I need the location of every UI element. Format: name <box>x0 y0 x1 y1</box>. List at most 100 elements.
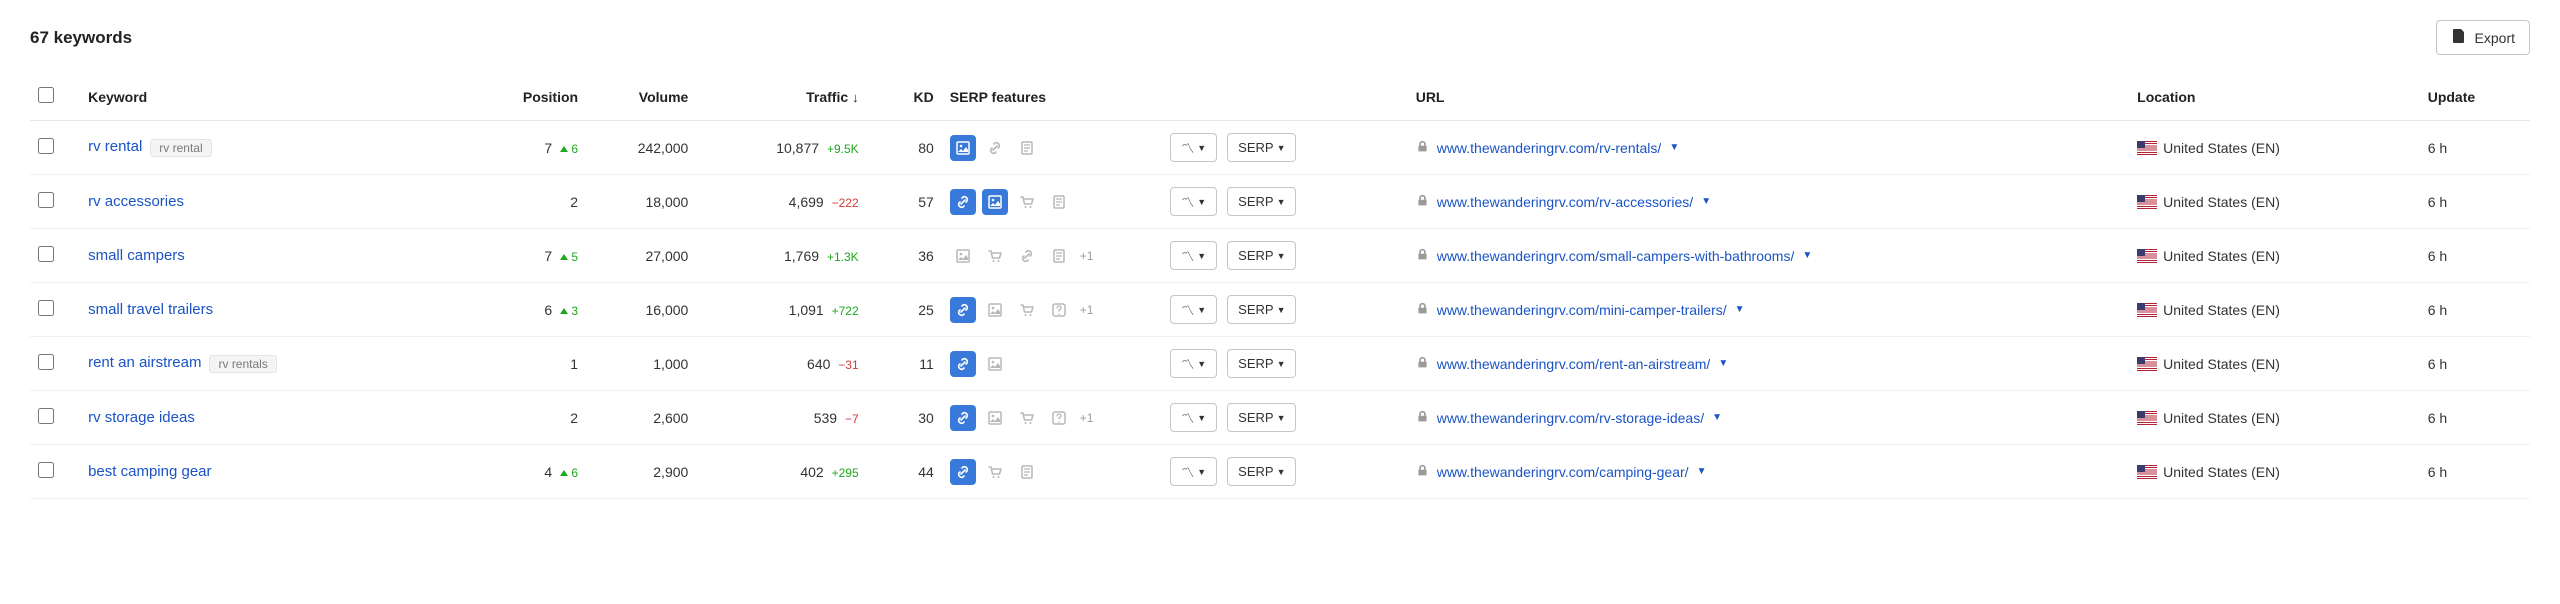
col-volume[interactable]: Volume <box>586 75 696 121</box>
serp-question-icon[interactable] <box>1046 297 1072 323</box>
serp-more-count[interactable]: +1 <box>1080 303 1094 317</box>
col-url[interactable]: URL <box>1408 75 2129 121</box>
chart-button[interactable]: 〽▼ <box>1170 403 1217 432</box>
serp-button[interactable]: SERP ▼ <box>1227 403 1296 432</box>
url-link[interactable]: www.thewanderingrv.com/rv-rentals/ <box>1437 140 1662 156</box>
volume-value: 27,000 <box>645 248 688 264</box>
row-checkbox[interactable] <box>38 300 54 316</box>
serp-more-count[interactable]: +1 <box>1080 411 1094 425</box>
serp-image-icon[interactable] <box>950 135 976 161</box>
url-dropdown[interactable]: ▼ <box>1802 250 1812 261</box>
keyword-link[interactable]: rv accessories <box>88 193 184 210</box>
volume-value: 2,900 <box>653 464 688 480</box>
row-checkbox[interactable] <box>38 408 54 424</box>
update-value: 6 h <box>2428 194 2447 210</box>
trend-icon: 〽 <box>1181 300 1194 319</box>
chevron-down-icon: ▼ <box>1277 305 1286 315</box>
keyword-link[interactable]: rv storage ideas <box>88 409 195 426</box>
url-dropdown[interactable]: ▼ <box>1669 142 1679 153</box>
chart-button[interactable]: 〽▼ <box>1170 457 1217 486</box>
serp-button[interactable]: SERP ▼ <box>1227 187 1296 216</box>
serp-cart-icon[interactable] <box>1014 297 1040 323</box>
traffic-delta: +1.3K <box>827 250 859 264</box>
row-checkbox[interactable] <box>38 246 54 262</box>
chart-button[interactable]: 〽▼ <box>1170 349 1217 378</box>
serp-cart-icon[interactable] <box>1014 189 1040 215</box>
lock-icon <box>1416 248 1429 264</box>
col-update[interactable]: Update <box>2420 75 2530 121</box>
serp-image-icon[interactable] <box>982 405 1008 431</box>
row-checkbox[interactable] <box>38 462 54 478</box>
col-traffic[interactable]: Traffic↓ <box>696 75 866 121</box>
table-row: rv rentalrv rental7 6242,00010,877 +9.5K… <box>30 121 2530 175</box>
serp-cart-icon[interactable] <box>1014 405 1040 431</box>
serp-button[interactable]: SERP ▼ <box>1227 295 1296 324</box>
row-checkbox[interactable] <box>38 138 54 154</box>
col-kd[interactable]: KD <box>867 75 942 121</box>
serp-page-icon[interactable] <box>1014 135 1040 161</box>
url-dropdown[interactable]: ▼ <box>1712 412 1722 423</box>
url-dropdown[interactable]: ▼ <box>1718 358 1728 369</box>
url-link[interactable]: www.thewanderingrv.com/rent-an-airstream… <box>1437 356 1711 372</box>
keyword-link[interactable]: best camping gear <box>88 463 211 480</box>
serp-page-icon[interactable] <box>1046 189 1072 215</box>
keyword-link[interactable]: small campers <box>88 247 185 264</box>
serp-image-icon[interactable] <box>982 189 1008 215</box>
trend-icon: 〽 <box>1181 246 1194 265</box>
serp-link-icon[interactable] <box>950 351 976 377</box>
row-checkbox[interactable] <box>38 354 54 370</box>
chart-button[interactable]: 〽▼ <box>1170 133 1217 162</box>
col-serp-features[interactable]: SERP features <box>942 75 1162 121</box>
serp-button[interactable]: SERP ▼ <box>1227 241 1296 270</box>
serp-more-count[interactable]: +1 <box>1080 249 1094 263</box>
serp-page-icon[interactable] <box>1014 459 1040 485</box>
url-link[interactable]: www.thewanderingrv.com/rv-accessories/ <box>1437 194 1694 210</box>
trend-icon: 〽 <box>1181 354 1194 373</box>
traffic-delta: +295 <box>832 466 859 480</box>
chevron-down-icon: ▼ <box>1197 143 1206 153</box>
url-link[interactable]: www.thewanderingrv.com/small-campers-wit… <box>1437 248 1795 264</box>
serp-image-icon[interactable] <box>950 243 976 269</box>
url-link[interactable]: www.thewanderingrv.com/rv-storage-ideas/ <box>1437 410 1704 426</box>
col-location[interactable]: Location <box>2129 75 2420 121</box>
serp-button[interactable]: SERP ▼ <box>1227 133 1296 162</box>
serp-link-icon[interactable] <box>950 297 976 323</box>
serp-link-icon[interactable] <box>982 135 1008 161</box>
serp-question-icon[interactable] <box>1046 405 1072 431</box>
serp-button[interactable]: SERP ▼ <box>1227 457 1296 486</box>
row-checkbox[interactable] <box>38 192 54 208</box>
serp-cart-icon[interactable] <box>982 243 1008 269</box>
serp-image-icon[interactable] <box>982 297 1008 323</box>
flag-us-icon <box>2137 357 2157 371</box>
volume-value: 2,600 <box>653 410 688 426</box>
keyword-link[interactable]: rv rental <box>88 138 142 155</box>
url-dropdown[interactable]: ▼ <box>1701 196 1711 207</box>
keyword-link[interactable]: rent an airstream <box>88 354 201 371</box>
chevron-down-icon: ▼ <box>1197 359 1206 369</box>
select-all-checkbox[interactable] <box>38 87 54 103</box>
chart-button[interactable]: 〽▼ <box>1170 187 1217 216</box>
serp-cart-icon[interactable] <box>982 459 1008 485</box>
url-link[interactable]: www.thewanderingrv.com/mini-camper-trail… <box>1437 302 1727 318</box>
table-row: rent an airstreamrv rentals11,000640 −31… <box>30 337 2530 391</box>
chart-button[interactable]: 〽▼ <box>1170 241 1217 270</box>
serp-link-icon[interactable] <box>1014 243 1040 269</box>
serp-link-icon[interactable] <box>950 459 976 485</box>
chart-button[interactable]: 〽▼ <box>1170 295 1217 324</box>
traffic-value: 1,769 <box>784 248 819 264</box>
serp-link-icon[interactable] <box>950 405 976 431</box>
url-dropdown[interactable]: ▼ <box>1697 466 1707 477</box>
col-position[interactable]: Position <box>471 75 586 121</box>
traffic-delta: −31 <box>838 358 858 372</box>
serp-image-icon[interactable] <box>982 351 1008 377</box>
url-link[interactable]: www.thewanderingrv.com/camping-gear/ <box>1437 464 1689 480</box>
export-button[interactable]: Export <box>2436 20 2530 55</box>
serp-link-icon[interactable] <box>950 189 976 215</box>
table-row: rv accessories218,0004,699 −22257 〽▼ SER… <box>30 175 2530 229</box>
col-keyword[interactable]: Keyword <box>80 75 471 121</box>
url-dropdown[interactable]: ▼ <box>1735 304 1745 315</box>
flag-us-icon <box>2137 195 2157 209</box>
serp-button[interactable]: SERP ▼ <box>1227 349 1296 378</box>
keyword-link[interactable]: small travel trailers <box>88 301 213 318</box>
serp-page-icon[interactable] <box>1046 243 1072 269</box>
